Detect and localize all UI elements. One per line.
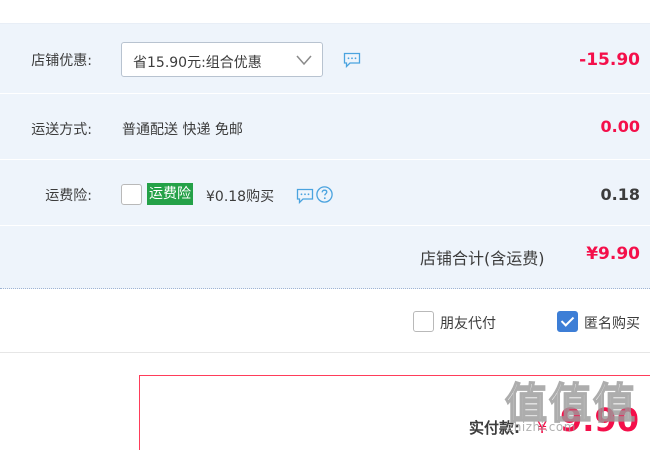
- freight-insurance-label: 运费险:: [45, 188, 92, 204]
- freight-insurance-price: ¥0.18购买: [206, 189, 275, 205]
- payment-summary-box: 实付款: ¥ 9.90: [139, 375, 650, 450]
- shop-subtotal-amount: ¥9.90: [586, 244, 640, 264]
- payment-label: 实付款:: [469, 419, 520, 437]
- anonymous-purchase-checkbox[interactable]: [557, 311, 578, 332]
- freight-insurance-checkbox[interactable]: [121, 184, 142, 205]
- shipping-method: 普通配送 快递 免邮: [122, 122, 243, 138]
- checkmark-icon: [560, 313, 575, 327]
- freight-insurance-row: 运费险: 运费险 ¥0.18购买 0.18: [0, 160, 650, 226]
- purchase-options-row: 朋友代付 匿名购买: [0, 290, 650, 353]
- friend-pay-checkbox[interactable]: [413, 311, 434, 332]
- question-circle-icon[interactable]: [316, 186, 333, 203]
- payment-amount: 9.90: [560, 401, 639, 439]
- shipping-label: 运送方式:: [31, 122, 92, 138]
- message-bubble-icon[interactable]: [343, 52, 361, 68]
- chevron-down-icon: [296, 55, 312, 66]
- friend-pay-label: 朋友代付: [440, 316, 496, 332]
- freight-insurance-badge: 运费险: [147, 183, 193, 205]
- shop-discount-amount: -15.90: [579, 50, 640, 70]
- anonymous-purchase-label: 匿名购买: [584, 316, 640, 332]
- top-strip: [0, 0, 650, 24]
- shop-discount-row: 店铺优惠: 省15.90元:组合优惠 -15.90: [0, 24, 650, 94]
- shop-discount-select[interactable]: 省15.90元:组合优惠: [121, 42, 323, 77]
- shop-order-panel: 店铺优惠: 省15.90元:组合优惠 -15.90 运送方式: 普通配送 快递 …: [0, 24, 650, 289]
- shop-discount-label: 店铺优惠:: [31, 53, 92, 69]
- freight-insurance-amount: 0.18: [600, 185, 640, 204]
- shipping-row: 运送方式: 普通配送 快递 免邮 0.00: [0, 94, 650, 160]
- shipping-amount: 0.00: [600, 117, 640, 136]
- payment-currency-symbol: ¥: [537, 418, 548, 437]
- shop-discount-selected: 省15.90元:组合优惠: [133, 55, 262, 71]
- shop-subtotal-label: 店铺合计(含运费): [420, 249, 545, 268]
- message-bubble-icon[interactable]: [296, 188, 314, 204]
- shop-subtotal-row: 店铺合计(含运费) ¥9.90: [0, 226, 650, 289]
